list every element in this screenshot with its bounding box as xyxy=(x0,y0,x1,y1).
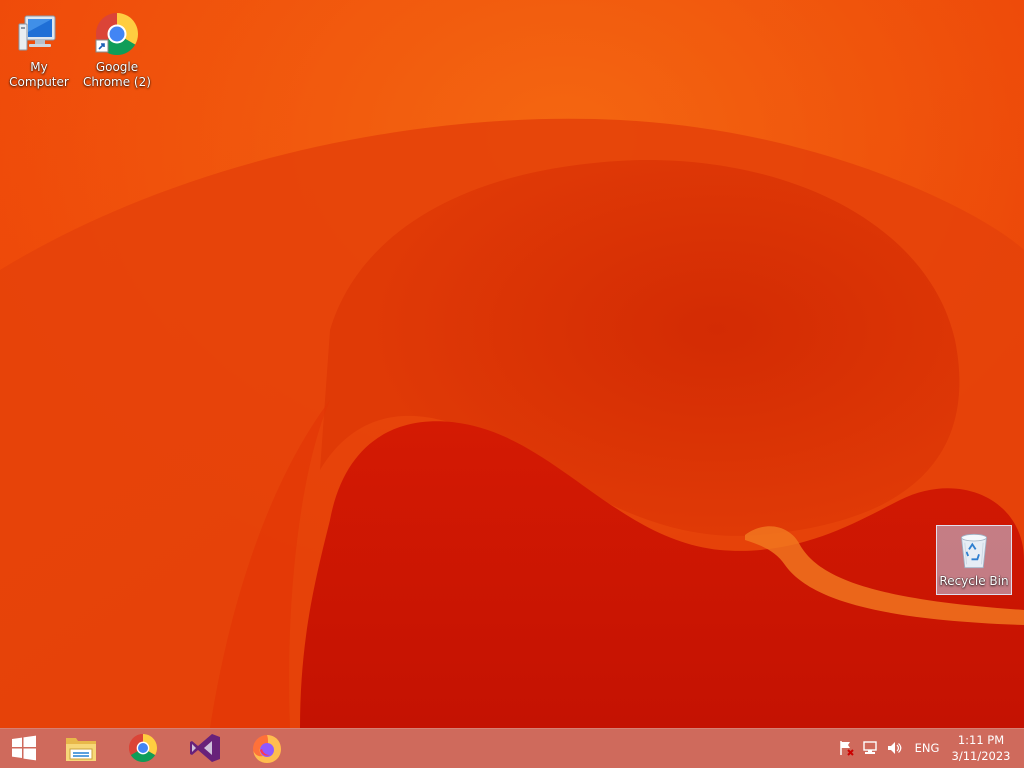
desktop-icon-label: Google Chrome (2) xyxy=(83,60,151,89)
recycle-bin-icon xyxy=(961,533,987,569)
windows-start-icon xyxy=(12,735,36,761)
taskbar-visual-studio[interactable] xyxy=(177,728,233,768)
taskbar-firefox[interactable] xyxy=(239,728,295,768)
tray-network[interactable] xyxy=(860,728,880,768)
desktop-icon-google-chrome[interactable]: Google Chrome (2) xyxy=(79,6,155,90)
clock-date: 3/11/2023 xyxy=(951,749,1011,763)
taskbar-file-explorer[interactable] xyxy=(53,728,109,768)
start-button[interactable] xyxy=(0,728,48,768)
taskbar-google-chrome[interactable] xyxy=(115,728,171,768)
tray-action-center[interactable] xyxy=(836,728,856,768)
language-indicator[interactable]: ENG xyxy=(910,728,944,768)
chrome-icon xyxy=(95,12,139,56)
desktop-icon-my-computer[interactable]: My Computer xyxy=(1,6,77,90)
desktop-icon-label: My Computer xyxy=(9,60,69,89)
network-icon xyxy=(863,741,877,754)
taskbar: ENG 1:11 PM 3/11/2023 xyxy=(0,728,1024,768)
wallpaper xyxy=(0,0,1024,768)
desktop[interactable]: My Computer Google Chrome (2) Recycle Bi… xyxy=(0,0,1024,768)
action-center-flag-icon xyxy=(840,741,854,756)
desktop-icon-recycle-bin[interactable]: Recycle Bin xyxy=(936,525,1012,595)
desktop-icon-label: Recycle Bin xyxy=(939,574,1009,588)
volume-icon xyxy=(888,742,902,754)
visual-studio-icon xyxy=(190,734,220,762)
clock[interactable]: 1:11 PM 3/11/2023 xyxy=(946,728,1016,768)
computer-icon xyxy=(18,15,56,51)
file-explorer-icon xyxy=(66,738,96,761)
firefox-icon xyxy=(253,735,281,763)
clock-time: 1:11 PM xyxy=(957,733,1005,747)
tray-volume[interactable] xyxy=(884,728,904,768)
chrome-icon xyxy=(128,734,158,763)
